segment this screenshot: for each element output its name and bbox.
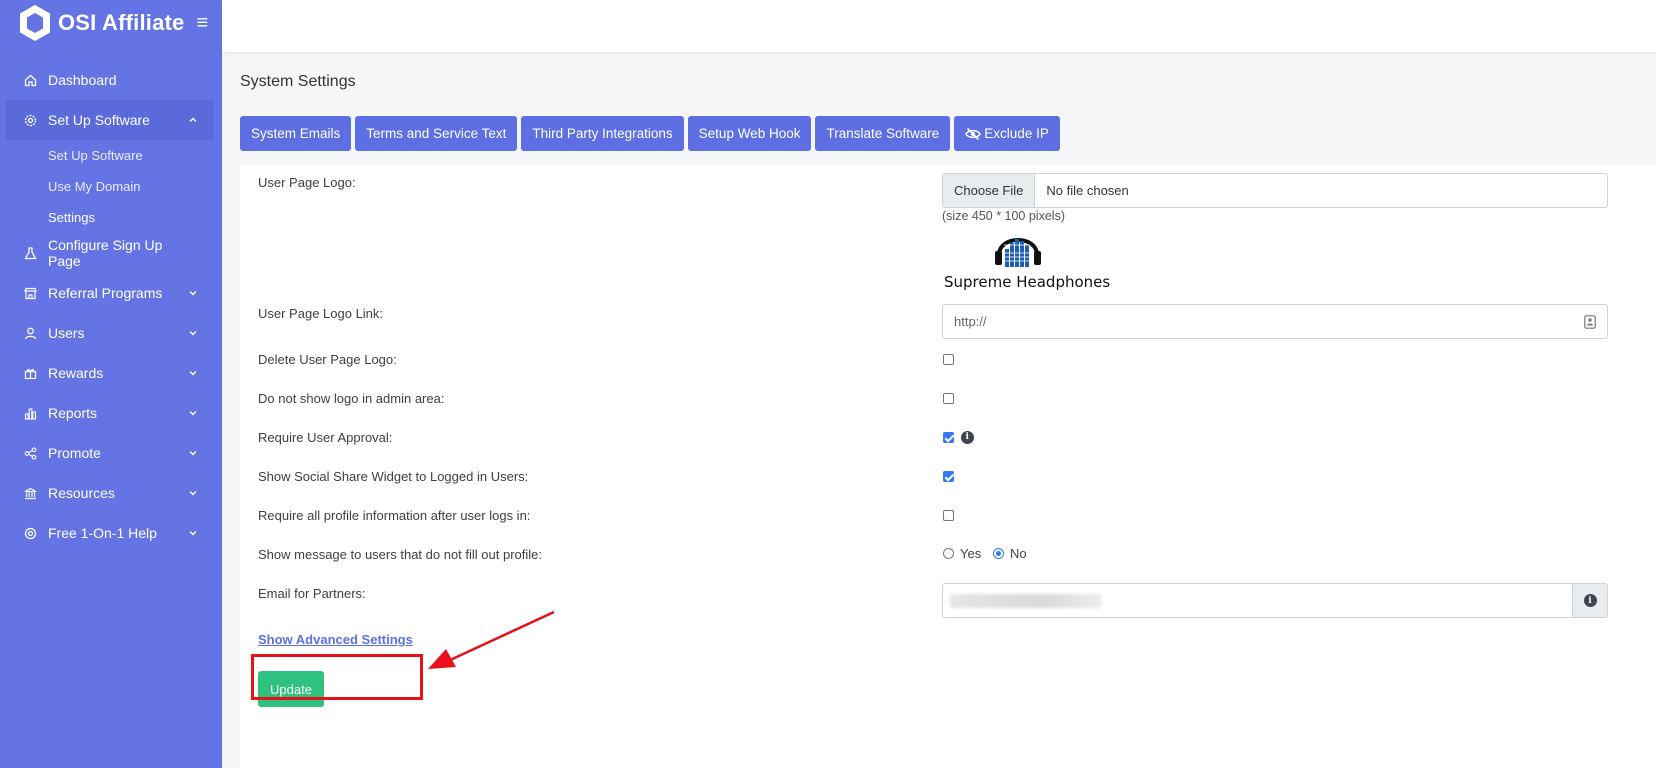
sidebar-item-label: Free 1-On-1 Help: [48, 525, 157, 541]
settings-card: User Page Logo: Choose File No file chos…: [240, 165, 1656, 768]
subnav-item-set-up-software[interactable]: Set Up Software: [48, 140, 222, 171]
tab-third-party-integrations[interactable]: Third Party Integrations: [521, 116, 684, 151]
brand-name: OSI Affiliate: [58, 10, 185, 35]
tab-system-emails[interactable]: System Emails: [240, 116, 352, 151]
sidebar-item-label: Users: [48, 325, 85, 341]
contact-card-icon: [1584, 315, 1596, 329]
brand: OSI Affiliate ≡: [0, 0, 222, 46]
sidebar-nav: Dashboard Set Up Software Set Up Softwar…: [0, 60, 222, 553]
user-icon: [22, 325, 38, 341]
chevron-down-icon: [188, 408, 198, 418]
label-require-approval: Require User Approval:: [258, 430, 393, 445]
sidebar-item-label: Set Up Software: [48, 112, 150, 128]
radio-yes-label: Yes: [960, 545, 982, 561]
sidebar-item-label: Dashboard: [48, 72, 117, 88]
sidebar-item-rewards[interactable]: Rewards: [0, 353, 222, 393]
sidebar-item-label: Resources: [48, 485, 115, 501]
file-status: No file chosen: [1046, 183, 1129, 198]
label-email-partners: Email for Partners:: [258, 586, 366, 601]
red-arrow-annotation: [428, 610, 555, 669]
tab-exclude-ip[interactable]: Exclude IP: [954, 116, 1060, 151]
info-icon[interactable]: i: [960, 430, 974, 444]
label-delete-logo: Delete User Page Logo:: [258, 352, 397, 367]
chevron-down-icon: [188, 288, 198, 298]
show-message-radio-group: Yes No: [943, 545, 1035, 561]
hamburger-menu-icon[interactable]: ≡: [196, 12, 208, 35]
sidebar-item-reports[interactable]: Reports: [0, 393, 222, 433]
tab-terms-and-service[interactable]: Terms and Service Text: [355, 116, 518, 151]
sidebar-item-label: Configure Sign Up Page: [48, 237, 163, 269]
sidebar-item-label: Reports: [48, 405, 98, 421]
store-icon: [22, 285, 38, 301]
logo-text: Supreme Headphones: [944, 273, 1111, 291]
label-require-profile: Require all profile information after us…: [258, 508, 531, 523]
sidebar-item-set-up-software[interactable]: Set Up Software: [6, 100, 214, 140]
sidebar-subnav: Set Up Software Use My Domain Settings: [0, 140, 222, 233]
email-partners-group: i: [942, 583, 1608, 618]
share-icon: [22, 445, 38, 461]
chevron-up-icon: [188, 115, 198, 125]
radio-no[interactable]: [992, 547, 1004, 559]
sidebar-item-users[interactable]: Users: [0, 313, 222, 353]
gear-icon: [22, 112, 38, 128]
logo-link-value: http://: [954, 314, 987, 329]
require-profile-checkbox[interactable]: [943, 509, 954, 521]
eye-slash-icon: [965, 127, 982, 140]
redacted-email: [950, 593, 1102, 608]
chevron-down-icon: [188, 368, 198, 378]
sidebar-item-label: Rewards: [48, 365, 104, 381]
show-advanced-settings-link[interactable]: Show Advanced Settings: [258, 632, 413, 647]
hide-logo-admin-checkbox[interactable]: [943, 392, 954, 404]
sidebar-item-resources[interactable]: Resources: [0, 473, 222, 513]
settings-tabs: System Emails Terms and Service Text Thi…: [240, 116, 1060, 151]
sidebar-item-label: Referral Programs: [48, 285, 163, 301]
chevron-down-icon: [188, 488, 198, 498]
sidebar-item-configure-sign-up-page[interactable]: Configure Sign Up Page: [0, 233, 222, 273]
top-bar: [222, 0, 1656, 52]
label-hide-logo-admin: Do not show logo in admin area:: [258, 391, 445, 406]
subnav-item-settings[interactable]: Settings: [48, 202, 222, 233]
flask-icon: [22, 245, 38, 261]
label-social-share: Show Social Share Widget to Logged in Us…: [258, 469, 529, 484]
logo-link-field[interactable]: http://: [942, 304, 1608, 339]
sidebar-item-free-help[interactable]: Free 1-On-1 Help: [0, 513, 222, 553]
radio-yes[interactable]: [943, 547, 954, 559]
label-user-page-logo: User Page Logo:: [258, 175, 356, 190]
social-share-checkbox[interactable]: [943, 470, 954, 482]
chevron-down-icon: [188, 528, 198, 538]
file-input[interactable]: Choose File No file chosen: [942, 173, 1608, 208]
bank-icon: [22, 485, 38, 501]
subnav-item-use-my-domain[interactable]: Use My Domain: [48, 171, 222, 202]
choose-file-button[interactable]: Choose File: [943, 174, 1036, 207]
page-title: System Settings: [240, 73, 356, 90]
bar-chart-icon: [22, 405, 38, 421]
label-show-message: Show message to users that do not fill o…: [258, 547, 542, 562]
logo-size-hint: (size 450 * 100 pixels): [942, 209, 1065, 223]
email-info-addon[interactable]: i: [1572, 583, 1608, 618]
tab-translate-software[interactable]: Translate Software: [815, 116, 951, 151]
sidebar-item-promote[interactable]: Promote: [0, 433, 222, 473]
email-partners-input[interactable]: [942, 583, 1572, 618]
headphones-logo-icon: [995, 238, 1041, 267]
info-icon: i: [1583, 594, 1597, 607]
highlight-box: [251, 654, 423, 700]
radio-no-label: No: [1009, 545, 1027, 561]
sidebar-item-label: Promote: [48, 445, 101, 461]
delete-logo-checkbox[interactable]: [943, 353, 954, 365]
chevron-down-icon: [188, 328, 198, 338]
tab-label: Exclude IP: [984, 126, 1049, 141]
tab-setup-web-hook[interactable]: Setup Web Hook: [687, 116, 812, 151]
chevron-down-icon: [188, 448, 198, 458]
sidebar-item-dashboard[interactable]: Dashboard: [0, 60, 222, 100]
require-approval-checkbox[interactable]: [943, 431, 954, 443]
logo-preview: Supreme Headphones: [944, 227, 1110, 291]
gift-icon: [22, 365, 38, 381]
home-icon: [22, 72, 38, 88]
sidebar: OSI Affiliate ≡ Dashboard Set Up Softwar…: [0, 0, 222, 768]
sidebar-item-referral-programs[interactable]: Referral Programs: [0, 273, 222, 313]
osi-logo-icon: [20, 5, 50, 41]
lifebuoy-icon: [22, 525, 38, 541]
label-logo-link: User Page Logo Link:: [258, 306, 384, 321]
